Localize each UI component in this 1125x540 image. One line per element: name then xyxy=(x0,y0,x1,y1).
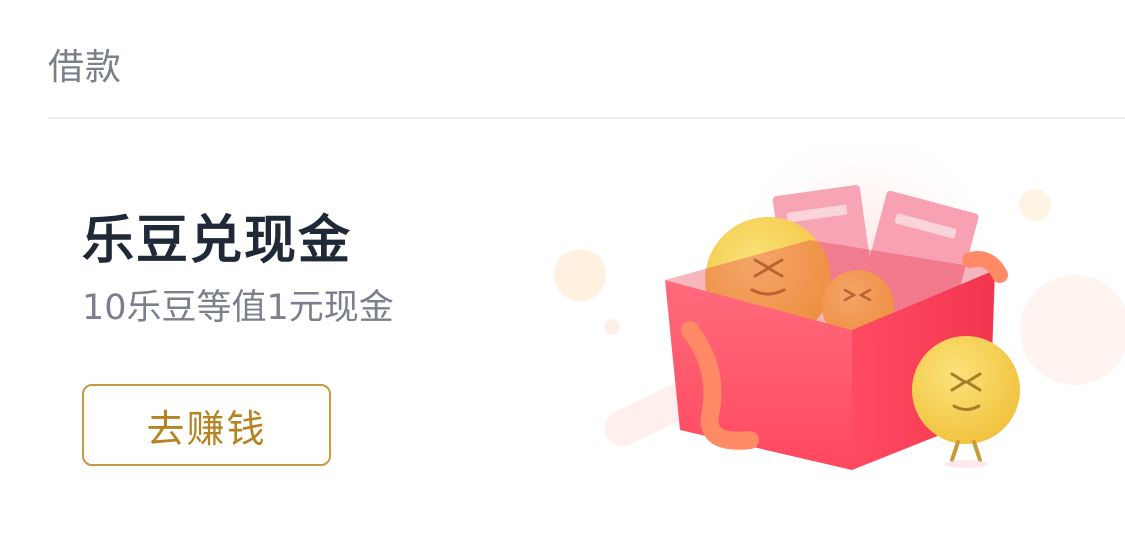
section-label: 借款 xyxy=(48,47,123,88)
section-divider xyxy=(48,117,1125,119)
promo-title: 乐豆兑现金 xyxy=(82,211,353,271)
coin-mascot-icon xyxy=(912,336,1020,468)
gift-box-illustration xyxy=(554,140,1125,470)
promo-subtitle: 10乐豆等值1元现金 xyxy=(82,288,394,328)
earn-button[interactable]: 去赚钱 xyxy=(82,384,331,466)
